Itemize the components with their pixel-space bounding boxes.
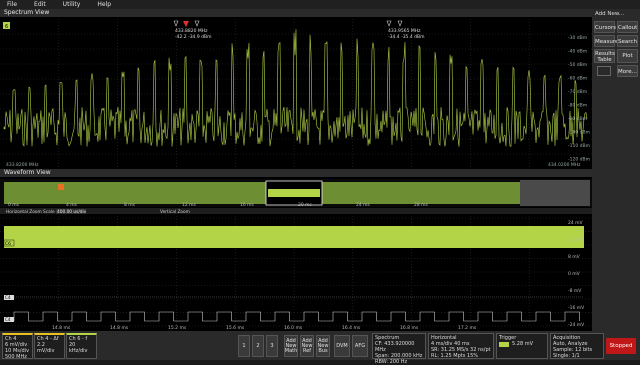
spectrum-y-label: -90 dBm [568,116,587,122]
cursors-button[interactable]: Cursors [594,21,616,33]
spectrum-y-label: -80 dBm [568,103,587,109]
channel-2-button[interactable]: 2 [252,335,264,357]
acquisition-single: Single: 1/1 [553,353,580,359]
menu-bar: File Edit Utility Help [0,0,640,9]
dvm-icon[interactable] [597,66,611,76]
zoom-tick-label: 28 ms [414,202,429,208]
trigger-marker-icon[interactable] [58,184,64,190]
spectrum-badge-cf: CF: 433.920000 MHz [375,341,415,353]
add-new-ref-button[interactable]: Add New Ref [300,335,314,357]
zoom-scale-label: Horizontal Zoom Scale [6,209,55,215]
channel-1-button[interactable]: 1 [238,335,250,357]
ch6-line1: 20 kHz/div [69,342,88,354]
spectrum-right-freq: 434.0200 MHz [548,162,581,168]
waveform-y-label: -16 mV [568,305,585,311]
menu-edit[interactable]: Edit [34,1,46,8]
spectrum-y-label: -30 dBm [568,35,587,41]
waveform-y-label: 0 mV [568,271,581,277]
channel-4-badge[interactable]: Ch 4 6 mV/div 10 Ms/div 500 MHz [2,333,33,360]
trigger-level: 5.28 mV [512,341,534,347]
zoom-tick-label: 0 ms [8,202,20,208]
afg-button[interactable]: AFG [352,335,368,357]
more-button[interactable]: More... [617,65,638,77]
horizontal-badge[interactable]: Horizontal 4 ms/div 40 ms SR: 31.25 MS/s… [428,333,494,359]
channel-6-badge[interactable]: Ch 6 - f 20 kHz/div [66,333,97,359]
marker1-freq: 433.8820 MHz [175,28,208,34]
spectrum-plot[interactable]: 6 433.8200 MHz 434.0200 MHz -30 dBm -40 d… [0,19,592,169]
spectrum-view-title: Spectrum View [0,9,592,17]
marker2-freq: 433.9565 MHz [388,28,421,34]
measure-button[interactable]: Measure [594,35,618,47]
zoom-tick-label: 16 ms [240,202,255,208]
run-stop-button[interactable]: Stopped [606,338,636,354]
menu-file[interactable]: File [7,1,17,8]
zoom-tick-label: 12 ms [182,202,197,208]
dvm-button[interactable]: DVM [334,335,350,357]
zoom-scale-value: 400.00 us/div [57,209,87,215]
trigger-source-icon [499,341,509,347]
zoom-tick-label: 20 ms [298,202,313,208]
spectrum-channel-label: 6 [5,24,8,30]
marker2-value: -34.4 -35.4 dBm [388,34,424,40]
right-sidebar: Add New... Cursors Callout Measure Searc… [592,9,640,331]
spectrum-y-label: -50 dBm [568,62,587,68]
results-table-button[interactable]: Results Table [594,49,615,63]
waveform-y-label: -8 mV [568,288,582,294]
waveform-y-label: -24 mV [568,322,585,328]
channel-4b-marker: C4 [5,317,11,322]
acquisition-badge[interactable]: Acquisition Auto, Analyze Sample: 12 bit… [550,333,604,359]
zoom-tick-label: 8 ms [124,202,136,208]
spectrum-y-label: -120 dBm [568,157,590,163]
spectrum-y-label: -40 dBm [568,49,587,55]
channel-4-delta-badge[interactable]: Ch 4 - Δf 2.2 mV/div [34,333,65,359]
waveform-y-label: 8 mV [568,254,581,260]
channel-6-waveform[interactable] [4,226,584,248]
add-new-math-button[interactable]: Add New Math [284,335,298,357]
spectrum-y-label: -100 dBm [568,130,590,136]
add-new-bus-button[interactable]: Add New Bus [316,335,330,357]
channel-3-button[interactable]: 3 [266,335,278,357]
channel-4a-marker: C4 [5,295,11,300]
waveform-plot[interactable]: 0 ms 4 ms 8 ms 12 ms 16 ms 20 ms 24 ms 28 ms Ho… [0,178,592,331]
main-display: Spectrum View 6 433.8200 MHz 434.0200 MH… [0,9,592,331]
waveform-view-title: Waveform View [0,169,592,177]
zoom-tick-label: 4 ms [66,202,78,208]
add-new-title: Add New... [595,11,625,17]
zoom-tick-label: 24 ms [356,202,371,208]
menu-help[interactable]: Help [97,1,111,8]
spectrum-badge[interactable]: Spectrum CF: 433.920000 MHz Span: 200.00… [372,333,426,365]
ch4b-line1: 2.2 mV/div [37,342,55,354]
ch4-line3: 500 MHz [5,354,27,360]
callout-button[interactable]: Callout [617,21,638,33]
marker1-value: -42.2 -34.9 dBm [175,34,211,40]
spectrum-y-label: -60 dBm [568,76,587,82]
waveform-y-label: 16 mV [568,237,584,243]
trigger-badge[interactable]: Trigger 5.28 mV [496,333,548,359]
plot-button[interactable]: Plot [617,49,638,63]
vertical-zoom-label: Vertical Zoom [160,209,190,215]
status-bar: Ch 4 6 mV/div 10 Ms/div 500 MHz Ch 4 - Δ… [0,331,640,365]
waveform-y-label: 24 mV [568,220,584,226]
spectrum-left-freq: 433.8200 MHz [6,162,39,168]
channel-6-marker: C6 [5,241,11,247]
search-button[interactable]: Search [617,35,638,47]
spectrum-y-label: -110 dBm [568,143,590,149]
menu-utility[interactable]: Utility [63,1,81,8]
spectrum-y-label: -70 dBm [568,89,587,95]
horizontal-badge-line3: RL: 1.25 Mpts 15% [431,353,479,359]
